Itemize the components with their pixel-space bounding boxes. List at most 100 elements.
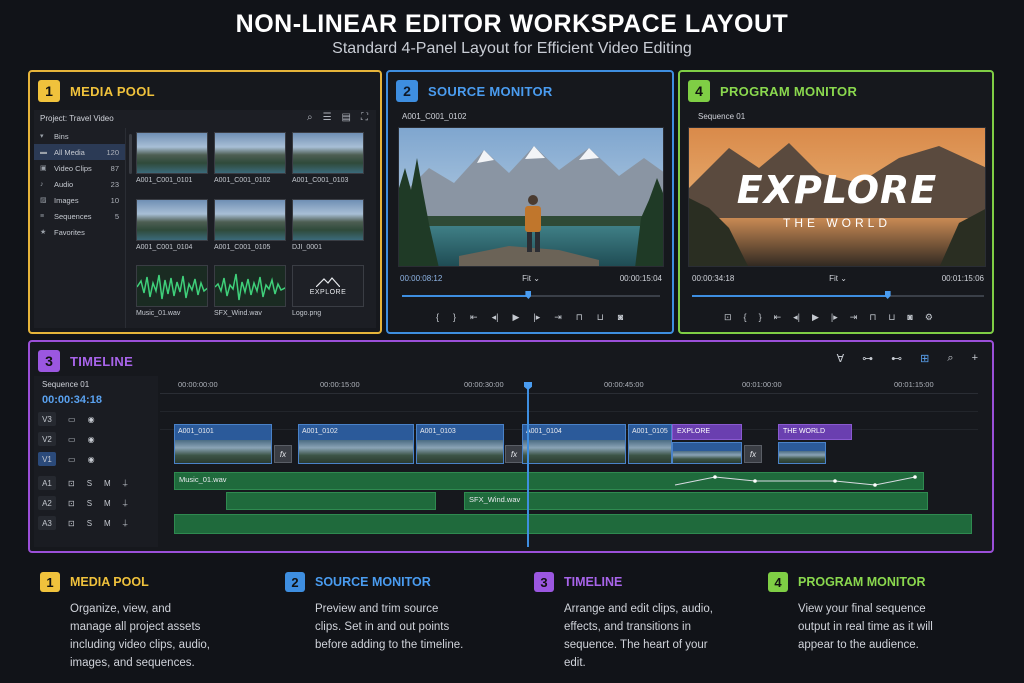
- bin-audio[interactable]: ♪ Audio 23: [34, 176, 125, 192]
- bin-sequences[interactable]: ≡ Sequences 5: [34, 208, 125, 224]
- timeline-tracks-area[interactable]: 00:00:00:00 00:00:15:00 00:00:30:00 00:0…: [160, 376, 978, 547]
- audio-clip[interactable]: [226, 492, 436, 510]
- program-scrubber[interactable]: [692, 291, 984, 299]
- go-to-out-icon[interactable]: ⇥: [850, 312, 858, 323]
- mark-out-icon[interactable]: }: [453, 312, 456, 323]
- media-item[interactable]: A001_C001_0104: [136, 198, 208, 262]
- media-item[interactable]: A001_C001_0102: [214, 132, 286, 195]
- program-zoom-select[interactable]: Fit ⌄: [829, 274, 847, 283]
- snap-icon[interactable]: ⊞: [920, 352, 929, 365]
- add-track-icon[interactable]: +: [972, 352, 978, 365]
- solo-button[interactable]: S: [87, 519, 92, 528]
- folder-icon[interactable]: ▭: [68, 435, 76, 444]
- play-icon[interactable]: ▶: [512, 312, 519, 323]
- video-clip[interactable]: A001_0101: [174, 424, 272, 464]
- step-back-icon[interactable]: ◂|: [793, 312, 800, 323]
- folder-icon[interactable]: ▭: [68, 455, 76, 464]
- lock-icon[interactable]: ⊡: [68, 499, 75, 508]
- razor-icon[interactable]: Ɐ: [837, 352, 845, 365]
- step-back-icon[interactable]: ◂|: [492, 312, 499, 323]
- program-playhead[interactable]: [884, 291, 891, 299]
- bin-video-clips[interactable]: ▣ Video Clips 87: [34, 160, 125, 176]
- lock-icon[interactable]: ⊡: [68, 519, 75, 528]
- step-forward-icon[interactable]: |▸: [533, 312, 540, 323]
- step-forward-icon[interactable]: |▸: [831, 312, 838, 323]
- mark-out-icon[interactable]: }: [759, 312, 762, 323]
- video-clip[interactable]: A001_0105: [628, 424, 672, 464]
- media-item[interactable]: EXPLORE Logo.png: [292, 265, 364, 328]
- media-item[interactable]: DJI_0001: [292, 198, 364, 262]
- media-item[interactable]: Music_01.wav: [136, 265, 208, 328]
- fullscreen-icon[interactable]: ⛶: [361, 112, 368, 123]
- transition-fx-icon[interactable]: fx: [744, 445, 762, 463]
- track-a3[interactable]: A3 ⊡ S M ⍊: [38, 514, 156, 532]
- unlink-icon[interactable]: ⊷: [891, 352, 902, 365]
- eye-icon[interactable]: ◉: [88, 415, 95, 424]
- lift-icon[interactable]: ⊓: [869, 312, 876, 323]
- title-clip[interactable]: EXPLORE: [672, 424, 742, 440]
- settings-icon[interactable]: ⚙: [925, 312, 933, 323]
- lane-v3[interactable]: [160, 394, 978, 412]
- video-clip[interactable]: A001_0104: [522, 424, 626, 464]
- export-frame-icon[interactable]: ⊡: [724, 312, 732, 323]
- mute-button[interactable]: M: [104, 479, 111, 488]
- program-viewer[interactable]: EXPLORE THE WORLD: [688, 127, 986, 267]
- insert-icon[interactable]: ⊓: [576, 312, 583, 323]
- camera-icon[interactable]: ◙: [907, 312, 912, 323]
- audio-clip-music[interactable]: Music_01.wav: [174, 472, 924, 490]
- source-playhead[interactable]: [525, 291, 532, 299]
- source-scrubber[interactable]: [402, 291, 660, 299]
- camera-icon[interactable]: ◙: [618, 312, 623, 323]
- mark-in-icon[interactable]: {: [744, 312, 747, 323]
- eye-icon[interactable]: ◉: [88, 435, 95, 444]
- bin-header[interactable]: ▾ Bins: [34, 128, 125, 144]
- bin-favorites[interactable]: ★ Favorites: [34, 224, 125, 240]
- microphone-icon[interactable]: ⍊: [123, 518, 128, 528]
- play-icon[interactable]: ▶: [812, 312, 819, 323]
- audio-clip-sfx[interactable]: SFX_Wind.wav: [464, 492, 928, 510]
- go-to-in-icon[interactable]: ⇤: [470, 312, 478, 323]
- solo-button[interactable]: S: [87, 499, 92, 508]
- bin-all-media[interactable]: ▬ All Media 120: [34, 144, 125, 160]
- zoom-icon[interactable]: ⌕: [947, 352, 953, 365]
- video-clip[interactable]: A001_0103: [416, 424, 504, 464]
- link-icon[interactable]: ⊶: [862, 352, 873, 365]
- track-v1[interactable]: V1 ▭ ◉: [38, 450, 156, 468]
- search-icon[interactable]: ⌕: [307, 112, 313, 123]
- video-clip-under-title[interactable]: [778, 442, 826, 464]
- audio-clip-a3[interactable]: [174, 514, 972, 534]
- overwrite-icon[interactable]: ⊔: [597, 312, 604, 323]
- mark-in-icon[interactable]: {: [436, 312, 439, 323]
- media-item[interactable]: A001_C001_0103: [292, 132, 364, 195]
- go-to-in-icon[interactable]: ⇤: [774, 312, 782, 323]
- timeline-playhead[interactable]: [527, 386, 529, 547]
- transition-fx-icon[interactable]: fx: [505, 445, 523, 463]
- bin-scrollbar[interactable]: [129, 134, 132, 174]
- source-viewer[interactable]: [398, 127, 664, 267]
- media-item[interactable]: A001_C001_0101: [136, 132, 208, 195]
- title-clip[interactable]: THE WORLD: [778, 424, 852, 440]
- list-view-icon[interactable]: ☰: [323, 112, 332, 123]
- mute-button[interactable]: M: [104, 519, 111, 528]
- mute-button[interactable]: M: [104, 499, 111, 508]
- video-clip-under-title[interactable]: [672, 442, 742, 464]
- go-to-out-icon[interactable]: ⇥: [554, 312, 562, 323]
- folder-icon[interactable]: ▭: [68, 415, 76, 424]
- track-a2[interactable]: A2 ⊡ S M ⍊: [38, 494, 156, 512]
- video-clip[interactable]: A001_0102: [298, 424, 414, 464]
- bin-images[interactable]: ▨ Images 10: [34, 192, 125, 208]
- media-item[interactable]: A001_C001_0105: [214, 198, 286, 262]
- lock-icon[interactable]: ⊡: [68, 479, 75, 488]
- extract-icon[interactable]: ⊔: [888, 312, 895, 323]
- time-ruler[interactable]: 00:00:00:00 00:00:15:00 00:00:30:00 00:0…: [160, 376, 978, 394]
- track-v2[interactable]: V2 ▭ ◉: [38, 430, 156, 448]
- solo-button[interactable]: S: [87, 479, 92, 488]
- microphone-icon[interactable]: ⍊: [123, 478, 128, 488]
- track-a1[interactable]: A1 ⊡ S M ⍊: [38, 474, 156, 492]
- source-zoom-select[interactable]: Fit ⌄: [522, 274, 540, 283]
- transition-fx-icon[interactable]: fx: [274, 445, 292, 463]
- grid-view-icon[interactable]: ▤: [342, 112, 351, 123]
- microphone-icon[interactable]: ⍊: [123, 498, 128, 508]
- media-item[interactable]: SFX_Wind.wav: [214, 265, 286, 328]
- track-v3[interactable]: V3 ▭ ◉: [38, 410, 156, 428]
